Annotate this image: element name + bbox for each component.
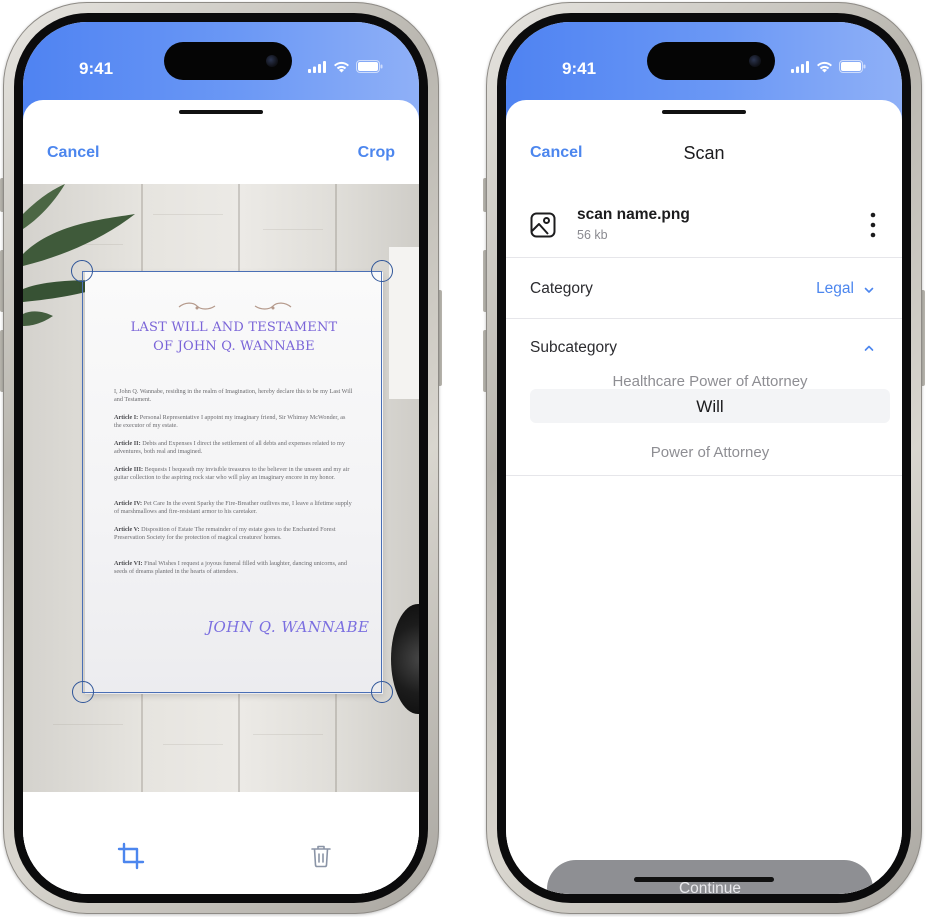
phone-crop-screen: 9:41 Cancel Crop LAST WILL AND TESTAMENT… bbox=[0, 0, 442, 917]
file-row[interactable]: scan name.png 56 kb bbox=[506, 196, 902, 258]
picker-option[interactable]: Healthcare Power of Attorney bbox=[530, 373, 890, 390]
dynamic-island bbox=[164, 42, 292, 80]
trash-icon[interactable] bbox=[310, 844, 332, 868]
status-icons bbox=[791, 60, 866, 73]
home-indicator bbox=[634, 877, 774, 882]
wifi-icon bbox=[334, 61, 349, 72]
signal-icon bbox=[791, 60, 809, 73]
picker-option[interactable]: Power of Attorney bbox=[530, 444, 890, 461]
status-time: 9:41 bbox=[79, 59, 114, 78]
crop-toolbar bbox=[23, 792, 419, 894]
cancel-button[interactable]: Cancel bbox=[47, 144, 99, 162]
coffee-cup bbox=[391, 604, 419, 714]
picker-option-selected[interactable]: Will bbox=[530, 397, 890, 417]
sheet-grabber[interactable] bbox=[662, 110, 746, 114]
status-icons bbox=[308, 60, 383, 73]
battery-icon bbox=[356, 60, 383, 73]
wood-grain bbox=[53, 724, 123, 725]
crop-handle-bottom-left[interactable] bbox=[72, 681, 94, 703]
category-row[interactable]: Category Legal bbox=[506, 259, 902, 319]
scan-photo: LAST WILL AND TESTAMENT OF JOHN Q. WANNA… bbox=[23, 184, 419, 792]
crop-frame[interactable] bbox=[82, 271, 382, 693]
file-name: scan name.png bbox=[577, 206, 690, 223]
category-value[interactable]: Legal bbox=[816, 280, 854, 298]
camera-icon bbox=[749, 55, 761, 67]
dynamic-island bbox=[647, 42, 775, 80]
signal-icon bbox=[308, 60, 326, 73]
phone-bezel: 9:41 Cancel Crop LAST WILL AND TESTAMENT… bbox=[14, 13, 428, 903]
phone-scan-screen: 9:41 Cancel Scan scan name.png 56 kb Cat… bbox=[483, 0, 925, 917]
screen: 9:41 Cancel Scan scan name.png 56 kb Cat… bbox=[506, 22, 902, 894]
more-options-icon[interactable] bbox=[870, 212, 876, 238]
status-time: 9:41 bbox=[562, 59, 597, 78]
wood-grain bbox=[153, 214, 223, 215]
phone-frame: 9:41 Cancel Scan scan name.png 56 kb Cat… bbox=[486, 2, 922, 914]
image-icon bbox=[530, 212, 556, 238]
sheet-grabber[interactable] bbox=[179, 110, 263, 114]
crop-handle-bottom-right[interactable] bbox=[371, 681, 393, 703]
file-size: 56 kb bbox=[577, 228, 608, 242]
screen: 9:41 Cancel Crop LAST WILL AND TESTAMENT… bbox=[23, 22, 419, 894]
wood-grain bbox=[263, 229, 323, 230]
page-title: Scan bbox=[683, 143, 725, 163]
chevron-up-icon[interactable] bbox=[864, 345, 874, 352]
crop-handle-top-right[interactable] bbox=[371, 260, 393, 282]
wood-grain bbox=[253, 734, 323, 735]
crop-button[interactable]: Crop bbox=[358, 144, 395, 162]
scan-sheet: Cancel Scan scan name.png 56 kb Category… bbox=[506, 100, 902, 894]
camera-icon bbox=[266, 55, 278, 67]
crop-handle-top-left[interactable] bbox=[71, 260, 93, 282]
wood-grain bbox=[163, 744, 223, 745]
notepad-edge bbox=[389, 247, 419, 399]
battery-icon bbox=[839, 60, 866, 73]
phone-bezel: 9:41 Cancel Scan scan name.png 56 kb Cat… bbox=[497, 13, 911, 903]
category-label: Category bbox=[530, 280, 593, 297]
subcategory-label: Subcategory bbox=[530, 339, 618, 356]
phone-frame: 9:41 Cancel Crop LAST WILL AND TESTAMENT… bbox=[3, 2, 439, 914]
crop-icon[interactable] bbox=[117, 842, 145, 870]
chevron-down-icon[interactable] bbox=[864, 287, 874, 294]
wifi-icon bbox=[817, 61, 832, 72]
